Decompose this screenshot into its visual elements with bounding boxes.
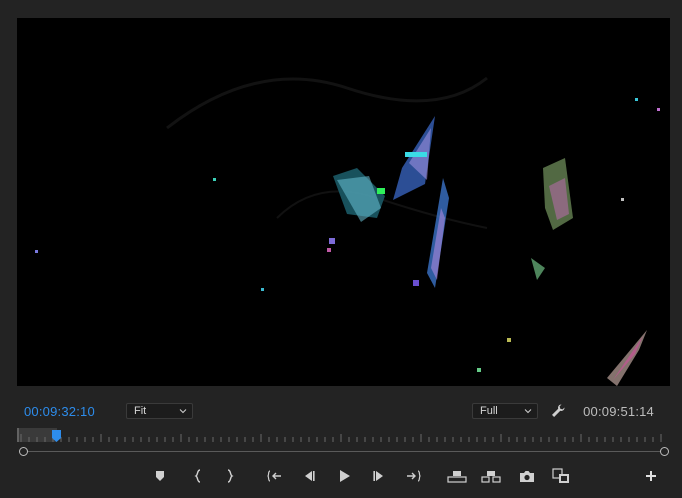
extract-icon xyxy=(481,471,501,483)
mark-out-icon xyxy=(227,469,234,483)
go-to-out-icon xyxy=(407,470,421,482)
chevron-down-icon xyxy=(179,409,187,414)
transport-controls xyxy=(17,463,670,489)
go-to-in-button[interactable] xyxy=(264,466,286,486)
program-monitor: 00:09:32:10 Fit Full 00:09:51:14 xyxy=(0,0,682,498)
play-icon xyxy=(340,470,350,482)
duration-timecode: 00:09:51:14 xyxy=(583,404,654,419)
export-frame-button[interactable] xyxy=(516,466,538,486)
video-frame[interactable] xyxy=(17,18,670,386)
step-back-button[interactable] xyxy=(298,466,320,486)
go-to-in-icon xyxy=(267,470,281,482)
go-to-out-button[interactable] xyxy=(402,466,424,486)
monitor-controls-row: 00:09:32:10 Fit Full 00:09:51:14 xyxy=(17,400,670,424)
zoom-scroll-track xyxy=(24,451,664,452)
camera-icon xyxy=(520,470,534,482)
mark-out-button[interactable] xyxy=(219,466,241,486)
zoom-level-value: Fit xyxy=(134,405,147,417)
lift-icon xyxy=(447,471,467,483)
step-forward-button[interactable] xyxy=(368,466,390,486)
step-forward-icon xyxy=(373,471,383,481)
mark-in-icon xyxy=(194,469,201,483)
time-ruler[interactable] xyxy=(17,424,670,446)
time-ruler-ticks xyxy=(17,428,662,442)
comparison-view-button[interactable] xyxy=(550,466,572,486)
extract-button[interactable] xyxy=(480,466,502,486)
zoom-scroll-bar[interactable] xyxy=(17,446,670,458)
zoom-handle-start[interactable] xyxy=(19,447,28,456)
zoom-level-select[interactable]: Fit xyxy=(126,403,193,419)
zoom-handle-end[interactable] xyxy=(660,447,669,456)
wrench-icon[interactable] xyxy=(550,403,566,419)
playhead-timecode[interactable]: 00:09:32:10 xyxy=(24,404,95,419)
marker-icon xyxy=(156,471,164,481)
add-marker-button[interactable] xyxy=(149,466,171,486)
play-button[interactable] xyxy=(333,466,355,486)
button-editor-button[interactable] xyxy=(640,466,662,486)
step-back-icon xyxy=(305,471,315,481)
lift-button[interactable] xyxy=(446,466,468,486)
playback-resolution-value: Full xyxy=(480,405,498,417)
chevron-down-icon xyxy=(524,409,532,414)
video-frame-image xyxy=(17,18,670,386)
playback-resolution-select[interactable]: Full xyxy=(472,403,538,419)
comparison-view-icon xyxy=(552,468,569,483)
mark-in-button[interactable] xyxy=(187,466,209,486)
plus-icon xyxy=(646,471,656,481)
